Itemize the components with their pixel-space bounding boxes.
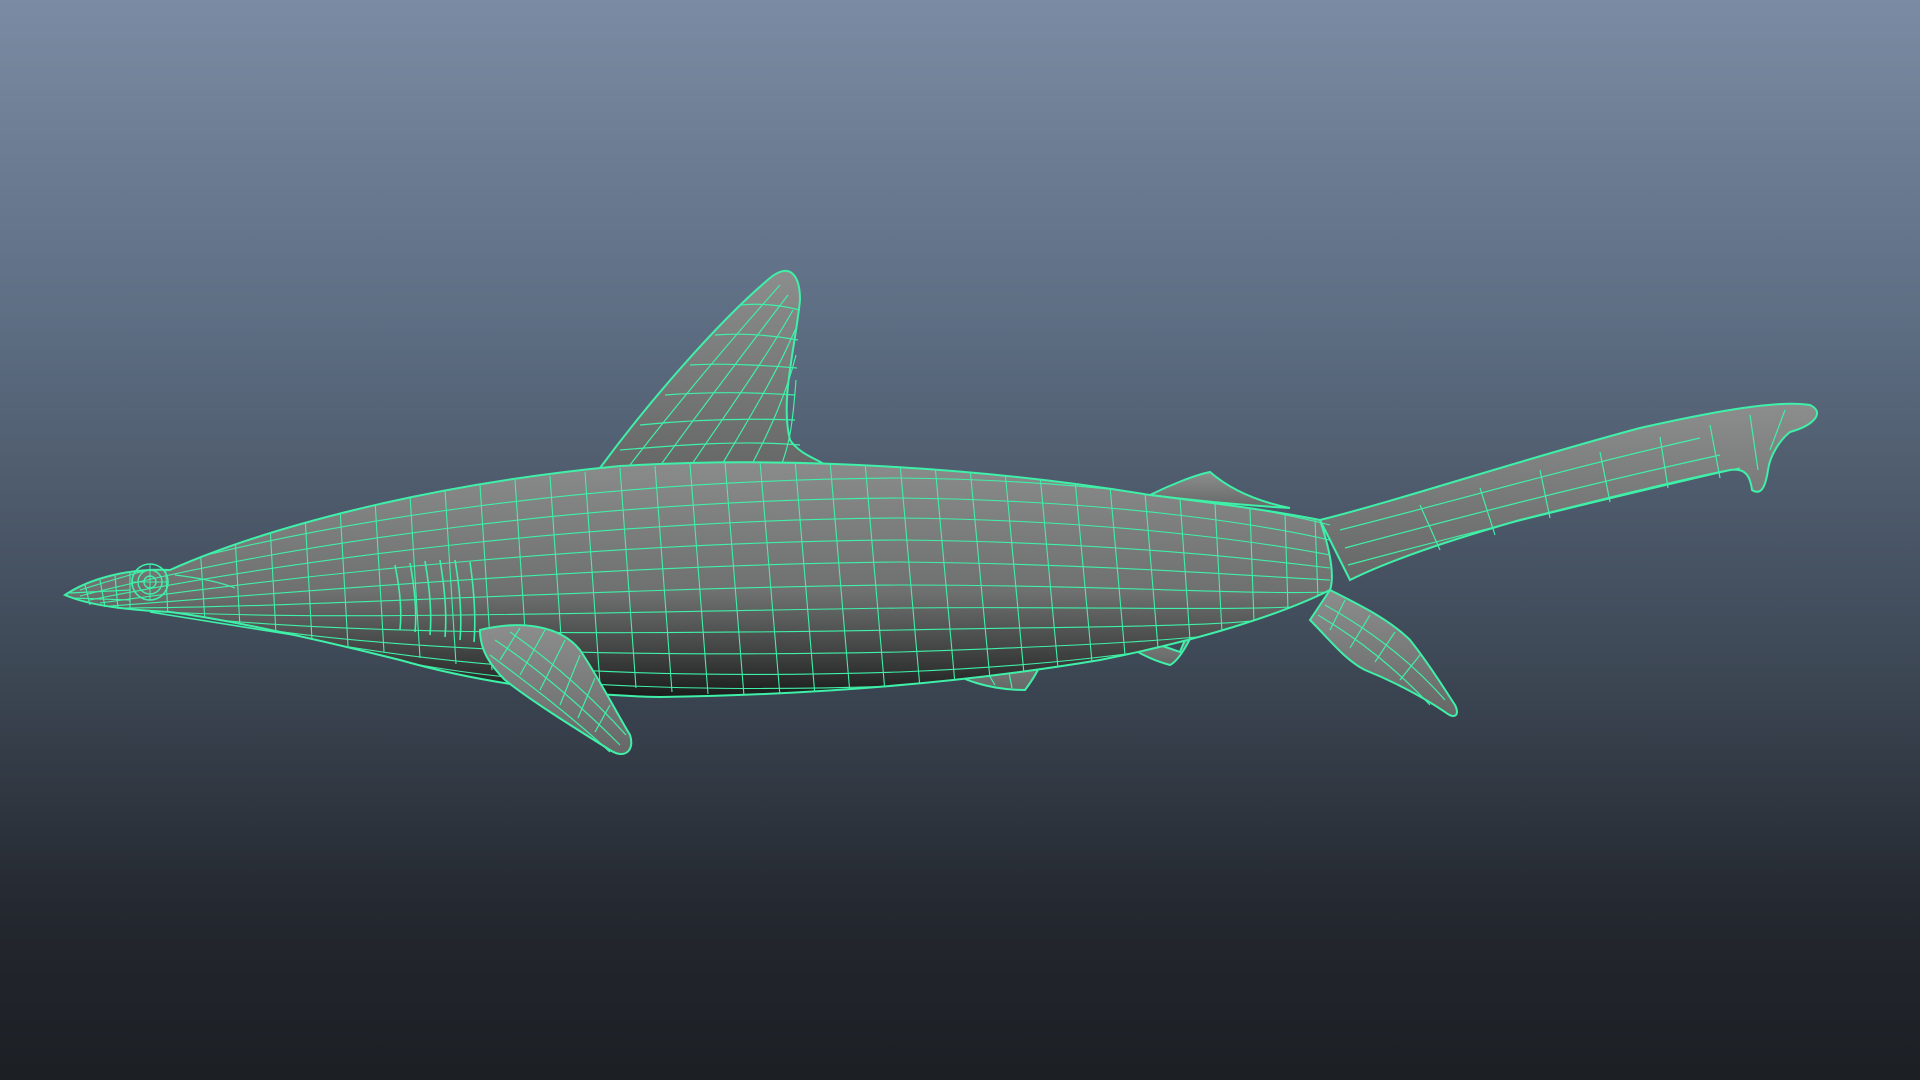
caudal-fin-upper [1318,402,1818,582]
shark-model[interactable] [0,0,1920,1080]
eye [131,563,169,601]
shark-body [62,461,1333,699]
3d-viewport[interactable] [0,0,1920,1080]
